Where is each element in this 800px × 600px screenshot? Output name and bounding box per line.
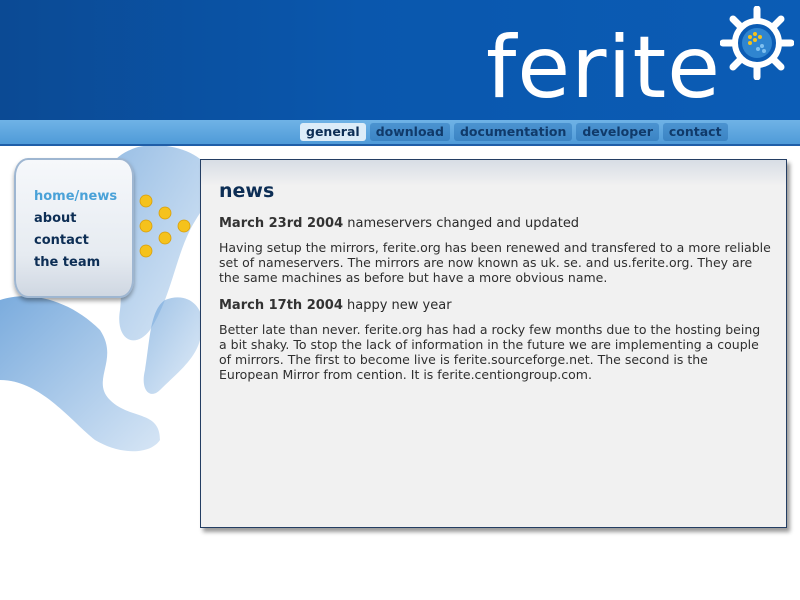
news-heading: March 17th 2004 happy new year [219, 298, 771, 313]
news-item: March 23rd 2004 nameservers changed and … [219, 216, 771, 285]
sidebar-menu-card: home/news about contact the team [14, 158, 134, 298]
sidebar-item-home-news[interactable]: home/news [34, 186, 117, 208]
news-body: Having setup the mirrors, ferite.org has… [219, 240, 771, 285]
news-date: March 23rd 2004 [219, 216, 344, 231]
news-list: March 23rd 2004 nameservers changed and … [219, 216, 771, 395]
sidebar-item-about[interactable]: about [34, 208, 117, 230]
news-panel: news March 23rd 2004 nameservers changed… [200, 159, 787, 528]
site-logo[interactable]: ferite [486, 18, 721, 118]
news-headline: nameservers changed and updated [347, 216, 580, 231]
page-title: news [219, 180, 275, 202]
tab-documentation[interactable]: documentation [453, 123, 573, 141]
tab-download[interactable]: download [369, 123, 450, 141]
ship-wheel-icon [720, 6, 794, 80]
sidebar-item-contact[interactable]: contact [34, 230, 117, 252]
nav-bar: general download documentation developer… [0, 120, 800, 146]
news-date: March 17th 2004 [219, 298, 343, 313]
tab-general[interactable]: general [300, 123, 366, 141]
tab-developer[interactable]: developer [576, 123, 659, 141]
sidebar-item-the-team[interactable]: the team [34, 252, 117, 274]
news-headline: happy new year [347, 298, 452, 313]
site-header: ferite [0, 0, 800, 120]
panel-shade [201, 160, 786, 186]
news-body: Better late than never. ferite.org has h… [219, 322, 761, 382]
yellow-dots-decoration [139, 194, 191, 258]
sidebar-menu: home/news about contact the team [34, 186, 117, 274]
news-heading: March 23rd 2004 nameservers changed and … [219, 216, 771, 231]
tab-contact[interactable]: contact [662, 123, 728, 141]
news-item: March 17th 2004 happy new year Better la… [219, 298, 771, 382]
main-nav: general download documentation developer… [300, 123, 728, 141]
